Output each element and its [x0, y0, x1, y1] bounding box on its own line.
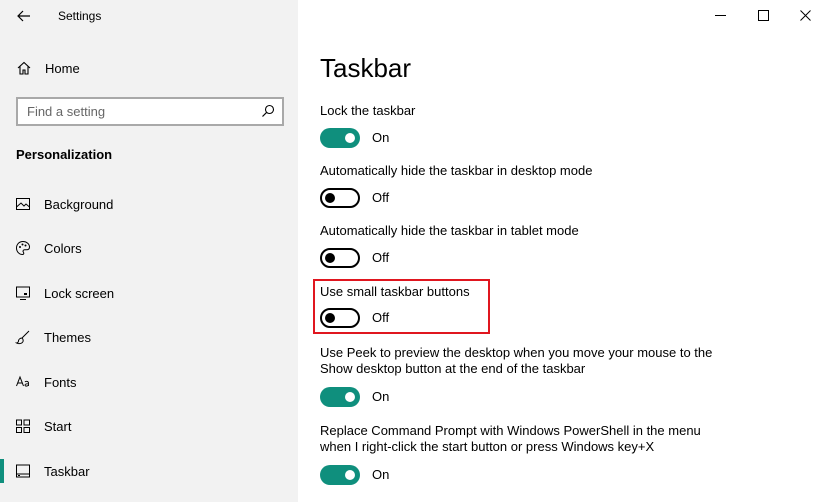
home-nav-item[interactable]: Home: [0, 54, 298, 82]
setting-label-line2: when I right-click the start button or p…: [320, 439, 655, 454]
powershell-toggle[interactable]: [320, 465, 360, 485]
sidebar-item-label: Lock screen: [44, 286, 115, 301]
monitor-icon: [16, 286, 30, 300]
search-icon[interactable]: [261, 104, 275, 118]
toggle-state-label: On: [372, 467, 390, 482]
sidebar-item-label: Themes: [44, 330, 91, 345]
small-buttons-toggle[interactable]: [320, 308, 360, 328]
setting-label: Automatically hide the taskbar in tablet…: [320, 223, 579, 238]
autohide-tablet-toggle[interactable]: [320, 248, 360, 268]
peek-toggle[interactable]: [320, 387, 360, 407]
sidebar-item-colors[interactable]: Colors: [0, 233, 298, 263]
font-icon: [16, 375, 29, 387]
toggle-state-label: Off: [372, 250, 390, 265]
sidebar-item-label: Background: [44, 197, 114, 212]
setting-small-buttons: Use small taskbar buttons Off: [320, 284, 820, 328]
back-arrow-icon: [17, 10, 30, 22]
sidebar-item-label: Colors: [44, 241, 82, 256]
active-indicator: [0, 459, 4, 483]
toggle-row: On: [320, 128, 470, 148]
setting-autohide-desktop: Automatically hide the taskbar in deskto…: [320, 163, 820, 208]
toggle-row: Off: [320, 188, 470, 208]
main-content: Taskbar Lock the taskbar On Automaticall…: [298, 0, 825, 502]
start-grid-icon: [16, 419, 30, 433]
title-bar: Settings: [0, 0, 298, 32]
sidebar-item-label: Taskbar: [44, 464, 90, 479]
toggle-row: On: [320, 387, 470, 407]
home-icon: [17, 61, 31, 75]
toggle-knob: [345, 470, 355, 480]
sidebar-item-taskbar[interactable]: Taskbar: [0, 456, 298, 486]
toggle-row: Off: [320, 308, 470, 328]
search-box[interactable]: [16, 97, 284, 126]
setting-label-line2: Show desktop button at the end of the ta…: [320, 361, 586, 376]
setting-label-line1: Use Peek to preview the desktop when you…: [320, 345, 713, 360]
toggle-knob: [325, 313, 335, 323]
toggle-state-label: On: [372, 130, 390, 145]
toggle-state-label: Off: [372, 190, 390, 205]
sidebar: Settings Home Personalization Background…: [0, 0, 298, 502]
setting-lock-taskbar: Lock the taskbar On: [320, 103, 820, 148]
palette-icon: [15, 240, 31, 256]
setting-peek: Use Peek to preview the desktop when you…: [320, 345, 820, 407]
toggle-knob: [345, 133, 355, 143]
setting-label: Automatically hide the taskbar in deskto…: [320, 163, 593, 178]
image-icon: [16, 198, 30, 210]
home-label: Home: [45, 61, 80, 76]
lock-taskbar-toggle[interactable]: [320, 128, 360, 148]
section-heading: Personalization: [16, 147, 113, 162]
sidebar-item-background[interactable]: Background: [0, 189, 298, 219]
app-title: Settings: [58, 9, 102, 23]
sidebar-item-lock-screen[interactable]: Lock screen: [0, 278, 298, 308]
search-input[interactable]: [18, 99, 282, 124]
setting-label: Lock the taskbar: [320, 103, 416, 118]
toggle-row: Off: [320, 248, 470, 268]
setting-powershell: Replace Command Prompt with Windows Powe…: [320, 423, 820, 485]
toggle-state-label: On: [372, 389, 390, 404]
taskbar-icon: [16, 464, 30, 478]
sidebar-item-label: Start: [44, 419, 72, 434]
sidebar-item-start[interactable]: Start: [0, 411, 298, 441]
toggle-knob: [345, 392, 355, 402]
toggle-row: On: [320, 465, 470, 485]
setting-label-line1: Replace Command Prompt with Windows Powe…: [320, 423, 701, 438]
page-title: Taskbar: [320, 53, 412, 83]
autohide-desktop-toggle[interactable]: [320, 188, 360, 208]
sidebar-item-label: Fonts: [44, 375, 77, 390]
toggle-knob: [325, 193, 335, 203]
back-button[interactable]: [10, 4, 38, 28]
sidebar-item-themes[interactable]: Themes: [0, 322, 298, 352]
toggle-knob: [325, 253, 335, 263]
brush-icon: [15, 330, 30, 345]
sidebar-item-fonts[interactable]: Fonts: [0, 367, 298, 397]
setting-autohide-tablet: Automatically hide the taskbar in tablet…: [320, 223, 820, 268]
toggle-state-label: Off: [372, 310, 390, 325]
setting-label: Use small taskbar buttons: [320, 284, 470, 299]
